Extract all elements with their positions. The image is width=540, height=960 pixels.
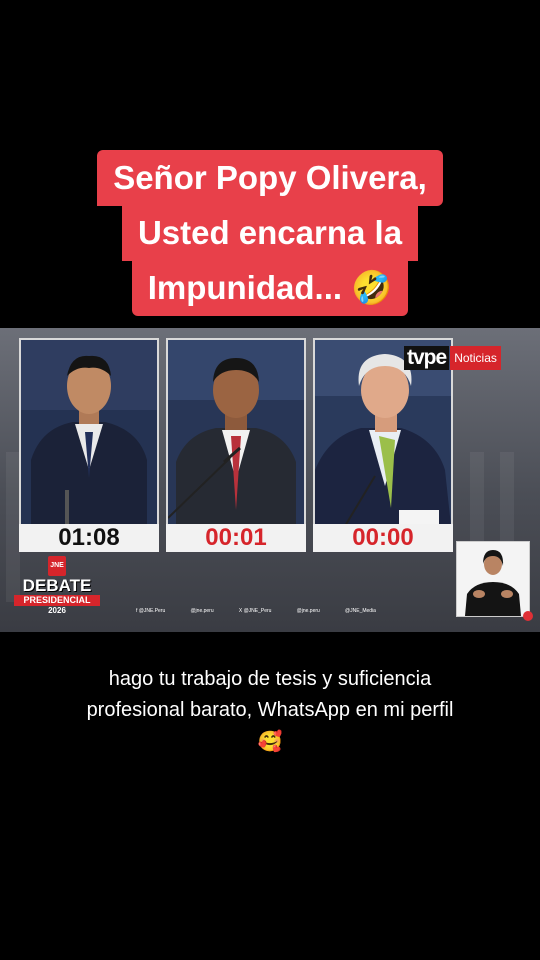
broadcaster-logo: tvpe Noticias (404, 346, 501, 370)
social-handles-bar: f @JNE.Peru @jne.peru X @JNE_Peru @jne.p… (136, 606, 376, 616)
social-handle: X @JNE_Peru (238, 608, 272, 614)
interpreter-image (457, 542, 529, 616)
candidate-panel-1 (19, 338, 159, 528)
candidate-1-image (21, 340, 157, 526)
caption-line-3-text: Impunidad... (147, 269, 343, 306)
overlay-caption: Señor Popy Olivera, Usted encarna la Imp… (0, 150, 540, 316)
jne-mark: JNE (48, 556, 66, 576)
smiling-hearts-emoji-icon: 🥰 (257, 729, 283, 753)
social-handle: @jne.peru (296, 608, 320, 614)
sign-language-interpreter (456, 541, 530, 617)
tvpe-logo: tvpe (404, 346, 450, 370)
timer-candidate-2: 00:01 (166, 524, 306, 552)
debate-title: DEBATE (22, 576, 92, 595)
post-subtitle: hago tu trabajo de tesis y suficiencia p… (0, 664, 540, 757)
caption-line-1: Señor Popy Olivera, (97, 150, 443, 206)
social-handle: @jne.peru (190, 608, 214, 614)
laughing-emoji-icon: 🤣 (351, 268, 393, 307)
noticias-label: Noticias (450, 346, 501, 370)
debate-year: 2026 (48, 606, 66, 615)
social-handle: @JNE_Media (345, 608, 376, 614)
timer-candidate-3: 00:00 (313, 524, 453, 552)
caption-line-2: Usted encarna la (121, 205, 419, 261)
candidate-panel-2 (166, 338, 306, 528)
candidate-2-image (168, 340, 304, 526)
timer-candidate-1: 01:08 (19, 524, 159, 552)
caption-line-3: Impunidad... 🤣 (131, 260, 409, 316)
debate-subtitle: PRESIDENCIAL (14, 595, 100, 606)
debate-presidencial-logo: JNE DEBATE PRESIDENCIAL 2026 (14, 556, 100, 616)
video-player[interactable]: 01:08 00:01 00:00 tvpe Noticias JNE DEBA… (0, 328, 540, 632)
subtitle-line-1: hago tu trabajo de tesis y suficiencia (108, 668, 432, 690)
recording-indicator-icon (523, 611, 533, 621)
subtitle-line-2: profesional barato, WhatsApp en mi perfi… (86, 699, 454, 721)
social-handle: f @JNE.Peru (136, 608, 166, 614)
